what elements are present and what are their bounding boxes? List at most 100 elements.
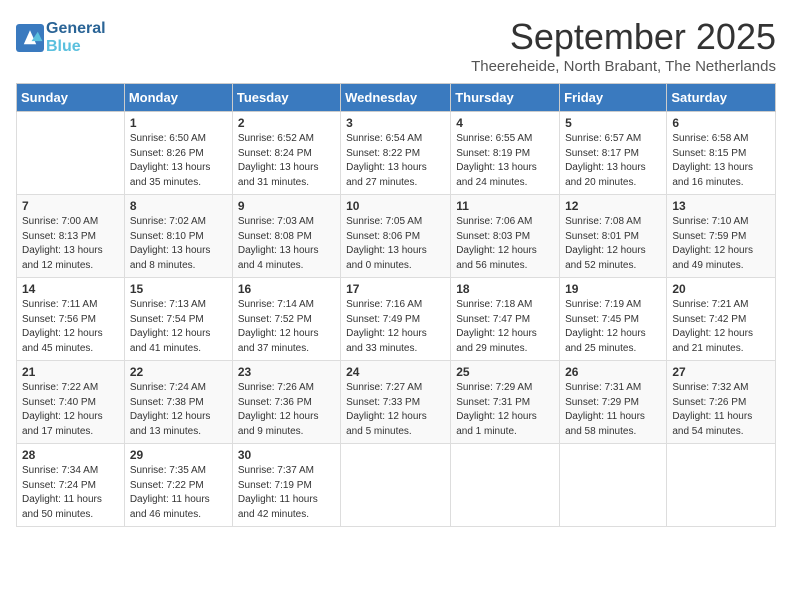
col-header-saturday: Saturday: [667, 84, 776, 112]
calendar-cell: 2 Sunrise: 6:52 AM Sunset: 8:24 PM Daylig…: [232, 112, 340, 195]
calendar-cell: 13Sunrise: 7:10 AM Sunset: 7:59 PM Dayli…: [667, 195, 776, 278]
day-number: 30: [238, 448, 335, 462]
calendar-cell: 18 Sunrise: 7:18 AM Sunset: 7:47 PM Dayli…: [451, 278, 560, 361]
calendar-cell: 14 Sunrise: 7:11 AM Sunset: 7:56 PM Dayli…: [17, 278, 125, 361]
day-info: Sunrise: 7:27 AM Sunset: 7:33 PM Dayligh…: [346, 381, 445, 439]
week-row-1: 1 Sunrise: 6:50 AM Sunset: 8:26 PM Daylig…: [17, 112, 776, 195]
day-info: Sunrise: 7:00 AM Sunset: 8:13 PM Dayligh…: [22, 215, 119, 273]
day-info: Sunrise: 6:58 AM Sunset: 8:15 PM Dayligh…: [672, 132, 770, 190]
day-number: 28: [22, 448, 119, 462]
logo-line2: Blue: [46, 38, 106, 56]
day-info: Sunrise: 7:34 AM Sunset: 7:24 PM Dayligh…: [22, 464, 119, 522]
calendar-cell: [17, 112, 125, 195]
calendar-cell: 25 Sunrise: 7:29 AM Sunset: 7:31 PM Dayli…: [451, 361, 560, 444]
calendar-cell: 16Sunrise: 7:14 AM Sunset: 7:52 PM Dayli…: [232, 278, 340, 361]
calendar-cell: 20 Sunrise: 7:21 AM Sunset: 7:42 PM Dayli…: [667, 278, 776, 361]
col-header-wednesday: Wednesday: [341, 84, 451, 112]
calendar-cell: 23 Sunrise: 7:26 AM Sunset: 7:36 PM Dayli…: [232, 361, 340, 444]
calendar-cell: 10Sunrise: 7:05 AM Sunset: 8:06 PM Dayli…: [341, 195, 451, 278]
logo-icon: [16, 24, 44, 52]
week-row-4: 21Sunrise: 7:22 AM Sunset: 7:40 PM Dayli…: [17, 361, 776, 444]
calendar-cell: [560, 444, 667, 527]
day-info: Sunrise: 6:57 AM Sunset: 8:17 PM Dayligh…: [565, 132, 661, 190]
calendar-cell: 8Sunrise: 7:02 AM Sunset: 8:10 PM Daylig…: [124, 195, 232, 278]
logo: General Blue: [16, 20, 106, 55]
day-info: Sunrise: 7:08 AM Sunset: 8:01 PM Dayligh…: [565, 215, 661, 273]
day-number: 25: [456, 365, 554, 379]
calendar-cell: [667, 444, 776, 527]
week-row-3: 14 Sunrise: 7:11 AM Sunset: 7:56 PM Dayli…: [17, 278, 776, 361]
day-info: Sunrise: 7:26 AM Sunset: 7:36 PM Dayligh…: [238, 381, 335, 439]
day-number: 18: [456, 282, 554, 296]
day-number: 13: [672, 199, 770, 213]
day-number: 10: [346, 199, 445, 213]
week-row-5: 28 Sunrise: 7:34 AM Sunset: 7:24 PM Dayli…: [17, 444, 776, 527]
day-info: Sunrise: 7:29 AM Sunset: 7:31 PM Dayligh…: [456, 381, 554, 439]
calendar-table: SundayMondayTuesdayWednesdayThursdayFrid…: [16, 83, 776, 527]
calendar-cell: 4Sunrise: 6:55 AM Sunset: 8:19 PM Daylig…: [451, 112, 560, 195]
day-number: 6: [672, 116, 770, 130]
calendar-header-row: SundayMondayTuesdayWednesdayThursdayFrid…: [17, 84, 776, 112]
calendar-cell: [341, 444, 451, 527]
day-number: 2: [238, 116, 335, 130]
month-title: September 2025: [471, 16, 776, 58]
day-number: 22: [130, 365, 227, 379]
day-info: Sunrise: 7:32 AM Sunset: 7:26 PM Dayligh…: [672, 381, 770, 439]
day-number: 17: [346, 282, 445, 296]
day-number: 19: [565, 282, 661, 296]
day-info: Sunrise: 7:16 AM Sunset: 7:49 PM Dayligh…: [346, 298, 445, 356]
calendar-cell: 29 Sunrise: 7:35 AM Sunset: 7:22 PM Dayli…: [124, 444, 232, 527]
logo-line1: General: [46, 20, 106, 38]
day-number: 23: [238, 365, 335, 379]
calendar-cell: 5 Sunrise: 6:57 AM Sunset: 8:17 PM Daylig…: [560, 112, 667, 195]
calendar-cell: 26Sunrise: 7:31 AM Sunset: 7:29 PM Dayli…: [560, 361, 667, 444]
day-number: 7: [22, 199, 119, 213]
day-number: 1: [130, 116, 227, 130]
title-block: September 2025 Theereheide, North Braban…: [471, 16, 776, 75]
calendar-cell: 6 Sunrise: 6:58 AM Sunset: 8:15 PM Daylig…: [667, 112, 776, 195]
day-info: Sunrise: 7:24 AM Sunset: 7:38 PM Dayligh…: [130, 381, 227, 439]
day-number: 3: [346, 116, 445, 130]
day-number: 29: [130, 448, 227, 462]
day-info: Sunrise: 7:31 AM Sunset: 7:29 PM Dayligh…: [565, 381, 661, 439]
day-info: Sunrise: 7:21 AM Sunset: 7:42 PM Dayligh…: [672, 298, 770, 356]
day-number: 8: [130, 199, 227, 213]
calendar-cell: 30 Sunrise: 7:37 AM Sunset: 7:19 PM Dayli…: [232, 444, 340, 527]
day-number: 9: [238, 199, 335, 213]
day-info: Sunrise: 7:06 AM Sunset: 8:03 PM Dayligh…: [456, 215, 554, 273]
col-header-sunday: Sunday: [17, 84, 125, 112]
col-header-friday: Friday: [560, 84, 667, 112]
calendar-cell: [451, 444, 560, 527]
day-info: Sunrise: 7:19 AM Sunset: 7:45 PM Dayligh…: [565, 298, 661, 356]
day-number: 21: [22, 365, 119, 379]
calendar-cell: 17 Sunrise: 7:16 AM Sunset: 7:49 PM Dayli…: [341, 278, 451, 361]
col-header-tuesday: Tuesday: [232, 84, 340, 112]
week-row-2: 7 Sunrise: 7:00 AM Sunset: 8:13 PM Daylig…: [17, 195, 776, 278]
day-info: Sunrise: 7:03 AM Sunset: 8:08 PM Dayligh…: [238, 215, 335, 273]
day-info: Sunrise: 6:50 AM Sunset: 8:26 PM Dayligh…: [130, 132, 227, 190]
calendar-cell: 19 Sunrise: 7:19 AM Sunset: 7:45 PM Dayli…: [560, 278, 667, 361]
day-info: Sunrise: 7:37 AM Sunset: 7:19 PM Dayligh…: [238, 464, 335, 522]
day-number: 5: [565, 116, 661, 130]
day-info: Sunrise: 7:35 AM Sunset: 7:22 PM Dayligh…: [130, 464, 227, 522]
day-info: Sunrise: 7:11 AM Sunset: 7:56 PM Dayligh…: [22, 298, 119, 356]
day-number: 20: [672, 282, 770, 296]
day-number: 12: [565, 199, 661, 213]
calendar-cell: 1 Sunrise: 6:50 AM Sunset: 8:26 PM Daylig…: [124, 112, 232, 195]
location: Theereheide, North Brabant, The Netherla…: [471, 58, 776, 75]
calendar-cell: 27Sunrise: 7:32 AM Sunset: 7:26 PM Dayli…: [667, 361, 776, 444]
calendar-cell: 9 Sunrise: 7:03 AM Sunset: 8:08 PM Daylig…: [232, 195, 340, 278]
day-number: 11: [456, 199, 554, 213]
day-info: Sunrise: 7:14 AM Sunset: 7:52 PM Dayligh…: [238, 298, 335, 356]
col-header-thursday: Thursday: [451, 84, 560, 112]
calendar-cell: 28 Sunrise: 7:34 AM Sunset: 7:24 PM Dayli…: [17, 444, 125, 527]
calendar-cell: 21Sunrise: 7:22 AM Sunset: 7:40 PM Dayli…: [17, 361, 125, 444]
day-number: 14: [22, 282, 119, 296]
col-header-monday: Monday: [124, 84, 232, 112]
calendar-cell: 11 Sunrise: 7:06 AM Sunset: 8:03 PM Dayli…: [451, 195, 560, 278]
day-info: Sunrise: 6:52 AM Sunset: 8:24 PM Dayligh…: [238, 132, 335, 190]
day-info: Sunrise: 7:18 AM Sunset: 7:47 PM Dayligh…: [456, 298, 554, 356]
calendar-cell: 15Sunrise: 7:13 AM Sunset: 7:54 PM Dayli…: [124, 278, 232, 361]
calendar-cell: 3Sunrise: 6:54 AM Sunset: 8:22 PM Daylig…: [341, 112, 451, 195]
day-number: 24: [346, 365, 445, 379]
